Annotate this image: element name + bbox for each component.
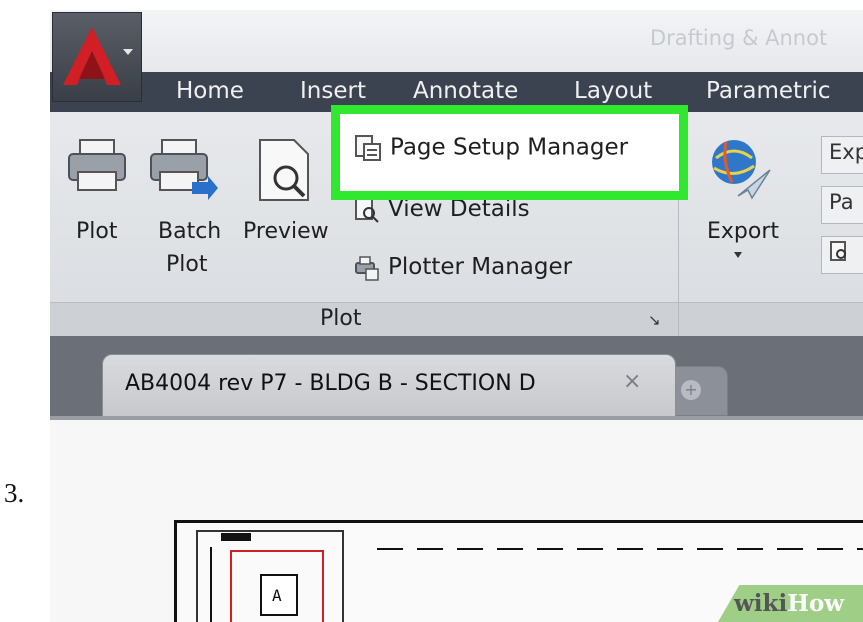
plus-icon: + bbox=[681, 380, 701, 400]
application-menu-button[interactable] bbox=[52, 12, 142, 102]
plot-button[interactable] bbox=[64, 138, 130, 198]
workspace-title: Drafting & Annot bbox=[650, 26, 828, 50]
preview-magnifier-icon bbox=[259, 139, 309, 201]
export-option-2[interactable]: Pa bbox=[821, 186, 863, 224]
tab-home[interactable]: Home bbox=[176, 78, 244, 104]
tab-layout[interactable]: Layout bbox=[574, 78, 652, 104]
export-panel-footer bbox=[679, 302, 863, 337]
preview-label: Preview bbox=[243, 219, 329, 244]
drawing-file-tab[interactable]: AB4004 rev P7 - BLDG B - SECTION D × bbox=[102, 354, 676, 416]
step-number: 3. bbox=[4, 478, 25, 508]
export-dropdown-arrow-icon[interactable] bbox=[734, 252, 742, 258]
page-setup-manager-label: Page Setup Manager bbox=[390, 134, 629, 161]
plotter-manager-icon bbox=[355, 255, 379, 281]
drawing-file-tab-label: AB4004 rev P7 - BLDG B - SECTION D bbox=[125, 371, 536, 396]
plotter-manager-button[interactable]: Plotter Manager bbox=[354, 254, 572, 281]
panel-launcher-icon[interactable]: ↘ bbox=[648, 311, 661, 329]
chevron-down-icon bbox=[123, 49, 133, 55]
plot-panel-label: Plot bbox=[320, 306, 362, 331]
page-setup-manager-highlight: Page Setup Manager bbox=[331, 105, 688, 200]
watermark-part2: How bbox=[787, 590, 845, 617]
autocad-window: Drafting & Annot Home Insert Annotate La… bbox=[50, 10, 863, 622]
close-icon[interactable]: × bbox=[623, 369, 641, 394]
export-globe-icon bbox=[712, 140, 771, 200]
autocad-logo-icon bbox=[63, 27, 121, 85]
page-setup-manager-button[interactable]: Page Setup Manager bbox=[354, 134, 628, 162]
preview-button[interactable] bbox=[256, 138, 316, 204]
tab-insert[interactable]: Insert bbox=[300, 78, 366, 104]
export-option-3[interactable] bbox=[821, 236, 863, 274]
tab-annotate[interactable]: Annotate bbox=[413, 78, 518, 104]
printer-icon bbox=[68, 139, 126, 191]
wikihow-watermark: wikiHow bbox=[734, 590, 844, 617]
preview-icon bbox=[830, 241, 846, 261]
plot-label: Plot bbox=[76, 219, 118, 244]
export-button[interactable] bbox=[708, 136, 772, 204]
batch-plot-label-line2: Plot bbox=[166, 252, 208, 277]
tab-parametric[interactable]: Parametric bbox=[706, 78, 831, 104]
batch-plot-button[interactable] bbox=[148, 138, 218, 202]
export-label: Export bbox=[707, 219, 780, 244]
plotter-manager-label: Plotter Manager bbox=[388, 254, 573, 280]
svg-text:A: A bbox=[272, 586, 282, 605]
batch-printer-icon bbox=[150, 139, 218, 200]
page-setup-icon bbox=[355, 135, 381, 161]
export-option-1[interactable]: Exp bbox=[821, 136, 863, 174]
watermark-part1: wiki bbox=[734, 590, 788, 617]
batch-plot-label-line1: Batch bbox=[158, 219, 222, 244]
view-details-icon bbox=[355, 197, 379, 223]
file-tab-bar: + AB4004 rev P7 - BLDG B - SECTION D × bbox=[50, 336, 863, 416]
plot-panel-footer: Plot ↘ bbox=[50, 302, 678, 337]
